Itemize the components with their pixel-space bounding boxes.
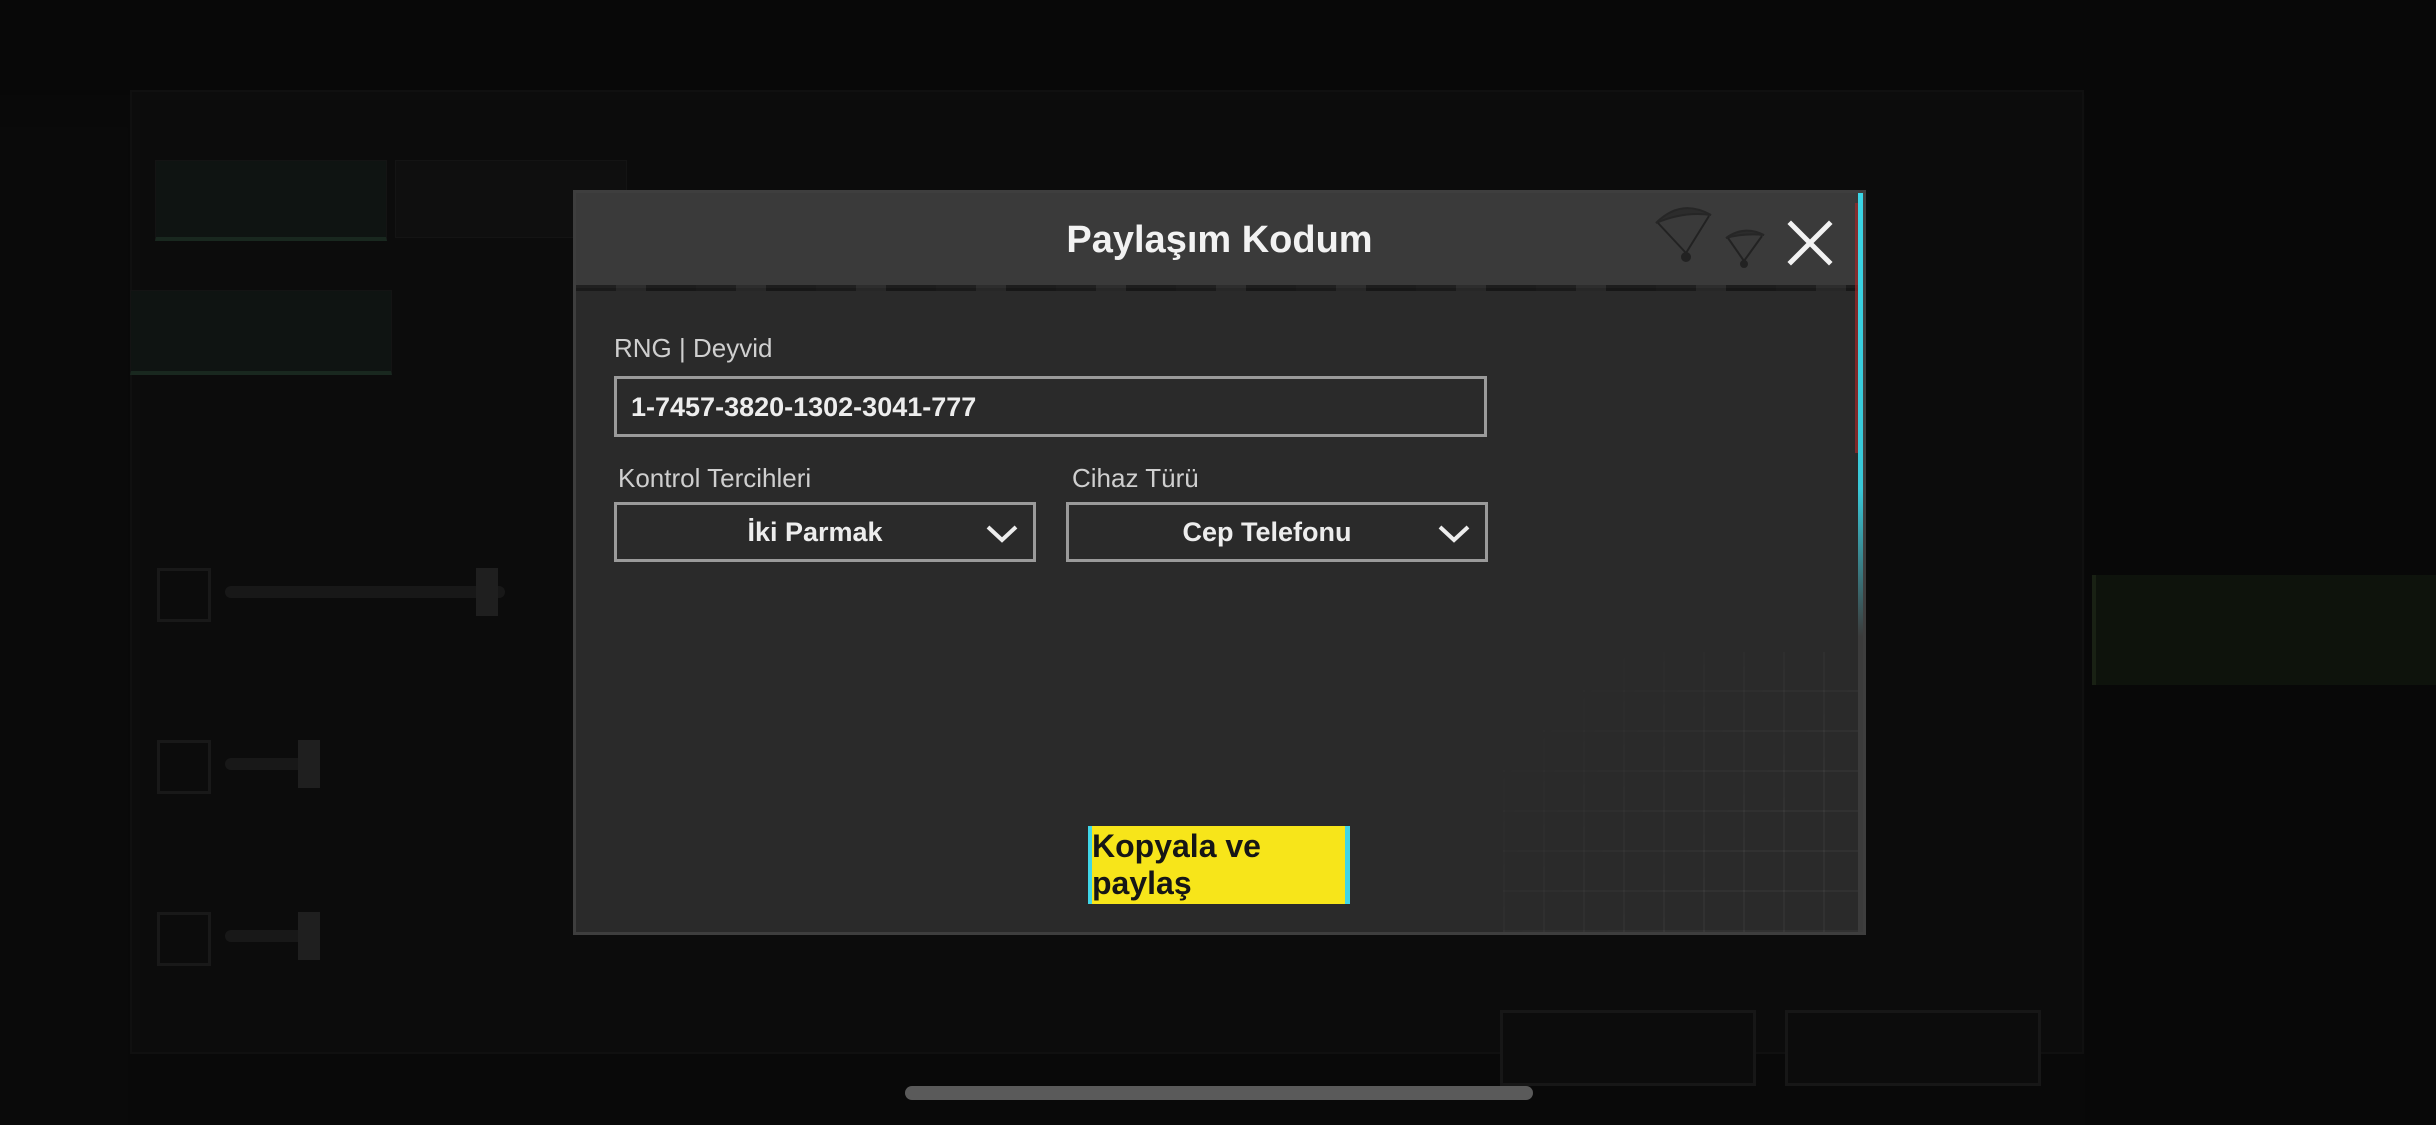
accent-stripe-cyan — [1858, 193, 1863, 932]
control-preference-label: Kontrol Tercihleri — [618, 463, 812, 493]
control-preference-dropdown[interactable]: İki Parmak — [614, 502, 1036, 562]
map-decoration — [1503, 652, 1863, 932]
chevron-down-icon — [986, 525, 1018, 543]
device-type-dropdown[interactable]: Cep Telefonu — [1066, 502, 1488, 562]
parachute-icon — [1655, 207, 1765, 268]
device-type-label: Cihaz Türü — [1072, 463, 1199, 493]
copy-and-share-button[interactable]: Kopyala ve paylaş — [1088, 826, 1350, 904]
device-type-value: Cep Telefonu — [1182, 516, 1352, 547]
dialog-header: Paylaşım Kodum — [576, 193, 1863, 291]
share-code-field[interactable]: 1-7457-3820-1302-3041-777 — [614, 376, 1487, 437]
player-name-label: RNG | Deyvid — [614, 333, 773, 363]
home-indicator[interactable] — [905, 1086, 1533, 1100]
share-code-dialog: Paylaşım Kodum RNG | Deyvid 1-7457-3820-… — [573, 190, 1866, 935]
close-icon[interactable] — [1786, 219, 1834, 267]
control-preference-value: İki Parmak — [747, 516, 883, 547]
chevron-down-icon — [1438, 525, 1470, 543]
